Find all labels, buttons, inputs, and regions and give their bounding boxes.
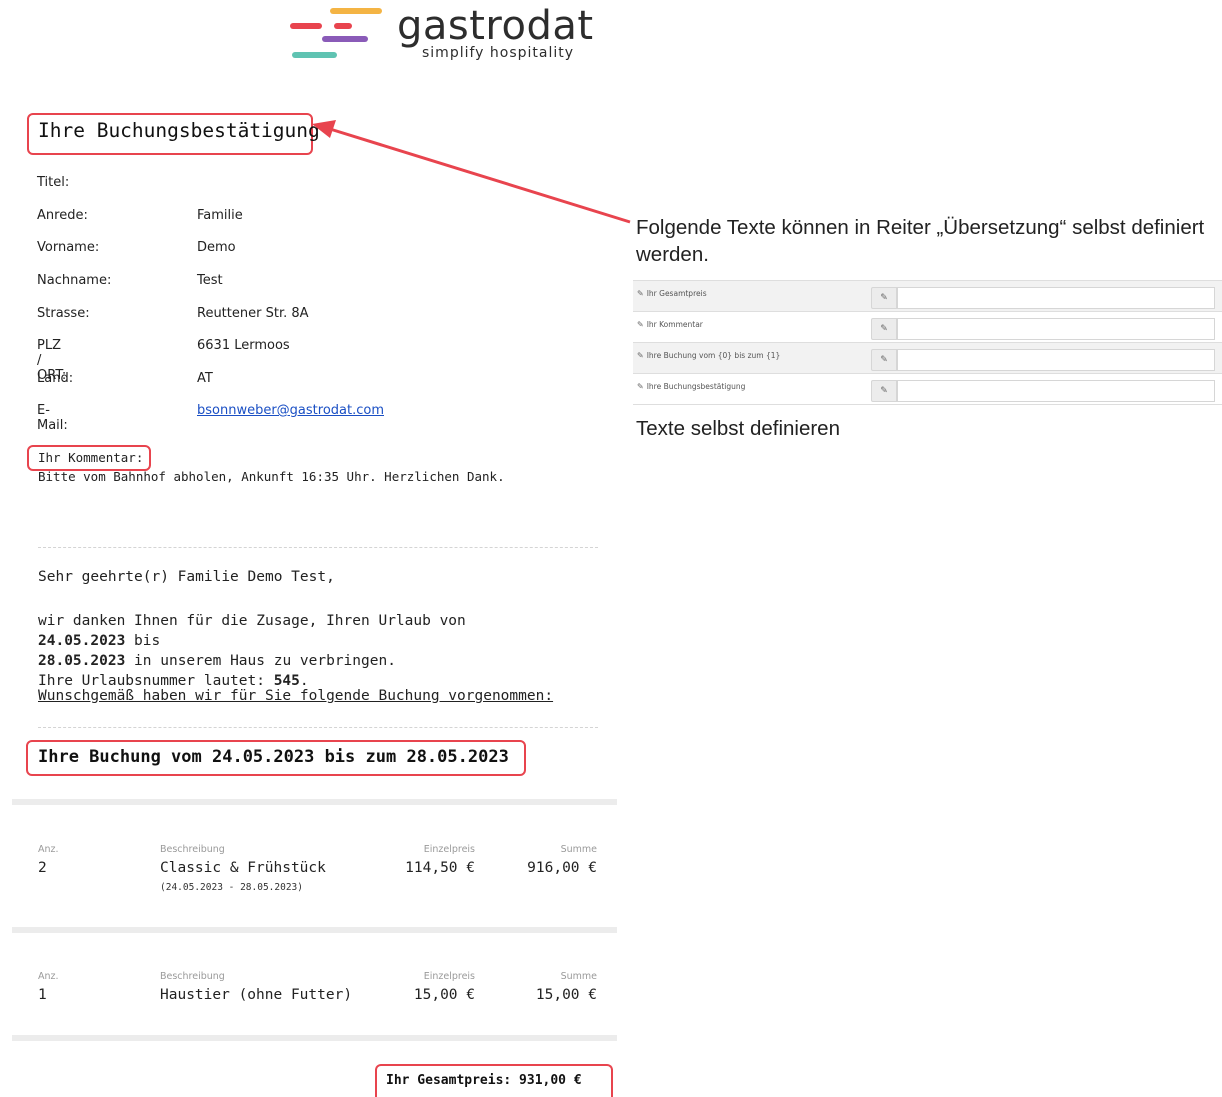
divider xyxy=(38,727,598,728)
field-value: Familie xyxy=(197,208,243,223)
item-qty: 2 xyxy=(38,860,47,876)
field-label: Land: xyxy=(37,371,74,386)
edit-icon: ✎ xyxy=(880,386,888,396)
confirmation-title: Ihre Buchungsbestätigung xyxy=(38,119,320,142)
translation-label[interactable]: ✎ Ihr Gesamtpreis xyxy=(637,289,707,298)
section-band xyxy=(12,1035,617,1041)
letter-text: Ihre Urlaubsnummer lautet: xyxy=(38,673,274,689)
edit-button[interactable]: ✎ xyxy=(871,287,897,309)
translation-label[interactable]: ✎ Ihre Buchungsbestätigung xyxy=(637,382,745,391)
col-header-desc: Beschreibung xyxy=(160,844,225,855)
col-header-unit: Einzelpreis xyxy=(423,844,475,855)
field-label: E-Mail: xyxy=(37,403,68,433)
translation-row: ✎ Ihre Buchungsbestätigung ✎ xyxy=(633,373,1222,405)
col-header-desc: Beschreibung xyxy=(160,971,225,982)
edit-icon: ✎ xyxy=(637,351,644,360)
section-band xyxy=(12,799,617,805)
translation-key: Ihr Kommentar xyxy=(646,320,703,329)
edit-icon: ✎ xyxy=(637,382,644,391)
comment-text: Bitte vom Bahnhof abholen, Ankunft 16:35… xyxy=(38,469,505,484)
field-value: Test xyxy=(197,273,223,288)
edit-button[interactable]: ✎ xyxy=(871,380,897,402)
field-label: Nachname: xyxy=(37,273,112,288)
field-label: Anrede: xyxy=(37,208,88,223)
gastrodat-logo: gastrodat simplify hospitality xyxy=(290,3,610,65)
logo-bar-red-2 xyxy=(334,23,352,29)
item-sum: 916,00 € xyxy=(527,860,597,876)
holiday-number: 545 xyxy=(273,673,300,689)
field-label: Titel: xyxy=(37,175,70,190)
field-value: AT xyxy=(197,371,213,386)
translation-row: ✎ Ihr Gesamtpreis ✎ xyxy=(633,280,1222,311)
logo-tagline: simplify hospitality xyxy=(422,45,575,61)
translation-table: ✎ Ihr Gesamtpreis ✎ ✎ Ihr Kommentar ✎ ✎ Ihr… xyxy=(633,280,1222,405)
col-header-unit: Einzelpreis xyxy=(423,971,475,982)
arrow-line xyxy=(329,127,631,224)
logo-wordmark: gastrodat xyxy=(397,3,594,49)
col-header-qty: Anz. xyxy=(38,971,59,982)
item-unit-price: 15,00 € xyxy=(413,987,475,1003)
letter-greeting: Sehr geehrte(r) Familie Demo Test, xyxy=(38,569,335,585)
translation-input[interactable] xyxy=(897,349,1215,371)
edit-button[interactable]: ✎ xyxy=(871,349,897,371)
translation-key: Ihr Gesamtpreis xyxy=(646,289,707,298)
comment-label: Ihr Kommentar: xyxy=(38,450,144,465)
annotation-note: Folgende Texte können in Reiter „Überset… xyxy=(636,216,1205,266)
date-to: 28.05.2023 xyxy=(38,653,126,669)
edit-icon: ✎ xyxy=(880,324,888,334)
screenshot-caption: Texte selbst definieren xyxy=(636,417,840,440)
email-link[interactable]: bsonnweber@gastrodat.com xyxy=(197,403,384,418)
logo-bar-orange xyxy=(330,8,382,14)
divider xyxy=(38,547,598,548)
translation-input[interactable] xyxy=(897,380,1215,402)
translation-row: ✎ Ihr Kommentar ✎ xyxy=(633,311,1222,342)
edit-icon: ✎ xyxy=(637,289,644,298)
letter-text: wir danken Ihnen für die Zusage, Ihren U… xyxy=(38,613,466,629)
item-unit-price: 114,50 € xyxy=(405,860,475,876)
logo-bar-purple xyxy=(322,36,368,42)
col-header-sum: Summe xyxy=(560,844,597,855)
item-sum: 15,00 € xyxy=(535,987,597,1003)
booking-title: Ihre Buchung vom 24.05.2023 bis zum 28.0… xyxy=(38,747,509,767)
field-value: 6631 Lermoos xyxy=(197,338,290,353)
translation-key: Ihre Buchungsbestätigung xyxy=(646,382,746,391)
letter-text: bis xyxy=(125,633,161,649)
field-label: Strasse: xyxy=(37,306,90,321)
item-dates: (24.05.2023 - 28.05.2023) xyxy=(160,882,303,893)
date-from: 24.05.2023 xyxy=(38,633,126,649)
edit-icon: ✎ xyxy=(637,320,644,329)
translation-label[interactable]: ✎ Ihre Buchung vom {0} bis zum {1} xyxy=(637,351,780,360)
letter-paragraph: wir danken Ihnen für die Zusage, Ihren U… xyxy=(38,611,558,691)
total-price: Ihr Gesamtpreis: 931,00 € xyxy=(386,1073,582,1088)
section-band xyxy=(12,927,617,933)
col-header-sum: Summe xyxy=(560,971,597,982)
edit-icon: ✎ xyxy=(880,355,888,365)
translation-input[interactable] xyxy=(897,287,1215,309)
item-desc: Classic & Frühstück xyxy=(160,860,326,876)
translation-input[interactable] xyxy=(897,318,1215,340)
letter-text: . xyxy=(299,673,309,689)
field-value: Reuttener Str. 8A xyxy=(197,306,309,321)
edit-button[interactable]: ✎ xyxy=(871,318,897,340)
letter-text: in unserem Haus zu verbringen. xyxy=(125,653,396,669)
col-header-qty: Anz. xyxy=(38,844,59,855)
translation-key: Ihre Buchung vom {0} bis zum {1} xyxy=(646,351,781,360)
translation-row: ✎ Ihre Buchung vom {0} bis zum {1} ✎ xyxy=(633,342,1222,373)
edit-icon: ✎ xyxy=(880,293,888,303)
logo-bar-teal xyxy=(292,52,337,58)
item-qty: 1 xyxy=(38,987,47,1003)
field-label: Vorname: xyxy=(37,240,100,255)
translation-label[interactable]: ✎ Ihr Kommentar xyxy=(637,320,703,329)
logo-bar-red xyxy=(290,23,322,29)
item-desc: Haustier (ohne Futter) xyxy=(160,987,353,1003)
booking-intro: Wunschgemäß haben wir für Sie folgende B… xyxy=(38,688,554,704)
field-value: Demo xyxy=(197,240,236,255)
